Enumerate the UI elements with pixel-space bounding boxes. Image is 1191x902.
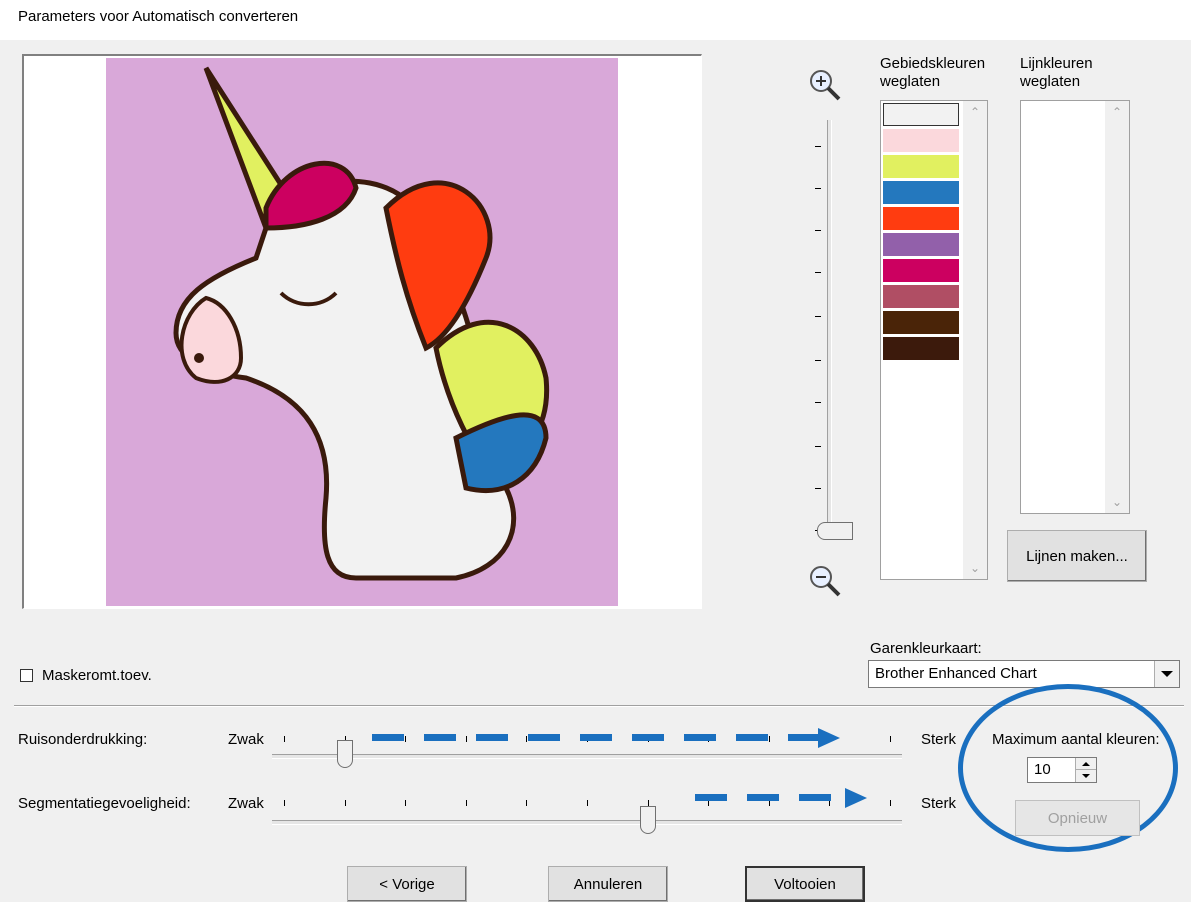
slider-tick <box>284 736 285 742</box>
spin-down-icon[interactable] <box>1075 769 1096 782</box>
annotation-arrow-noise <box>372 728 872 748</box>
noise-weak-label: Zwak <box>228 731 264 748</box>
finish-button[interactable]: Voltooien <box>745 866 865 902</box>
segment-label: Segmentatiegevoeligheid: <box>18 795 191 812</box>
color-swatch[interactable] <box>883 311 959 334</box>
slider-tick <box>284 800 285 806</box>
chevron-down-icon[interactable]: ⌄ <box>963 561 987 575</box>
area-colors-scrollbar[interactable]: ⌃ ⌄ <box>963 101 987 579</box>
color-swatch[interactable] <box>883 337 959 360</box>
zoom-in-icon[interactable] <box>808 68 842 102</box>
segment-slider-thumb[interactable] <box>639 806 656 834</box>
noise-label: Ruisonderdrukking: <box>18 731 148 748</box>
color-swatch[interactable] <box>883 181 959 204</box>
chevron-down-icon[interactable]: ⌄ <box>1105 495 1129 509</box>
line-colors-label: Lijnkleuren weglaten <box>1020 55 1093 90</box>
mask-checkbox[interactable] <box>20 669 33 682</box>
previous-button[interactable]: < Vorige <box>347 866 467 902</box>
slider-tick <box>344 800 346 806</box>
zoom-slider[interactable] <box>805 120 855 560</box>
area-colors-label: Gebiedskleuren weglaten <box>880 55 986 90</box>
cancel-button[interactable]: Annuleren <box>548 866 668 902</box>
max-colors-value[interactable]: 10 <box>1034 761 1051 778</box>
chevron-up-icon[interactable]: ⌃ <box>1105 105 1129 119</box>
thread-chart-label: Garenkleurkaart: <box>870 640 982 657</box>
slider-tick <box>405 800 407 806</box>
thread-chart-select[interactable]: Brother Enhanced Chart <box>868 660 1180 688</box>
segment-strong-label: Sterk <box>921 795 957 812</box>
preview-image <box>106 58 618 606</box>
color-swatch[interactable] <box>883 233 959 256</box>
chevron-up-icon[interactable]: ⌃ <box>963 105 987 119</box>
dropdown-arrow-icon[interactable] <box>1154 661 1179 687</box>
reset-button[interactable]: Opnieuw <box>1015 800 1140 836</box>
slider-tick <box>526 800 528 806</box>
area-colors-list[interactable]: ⌃ ⌄ <box>880 100 988 580</box>
slider-tick <box>890 800 891 806</box>
noise-strong-label: Sterk <box>921 731 957 748</box>
color-swatch[interactable] <box>883 285 959 308</box>
noise-slider-thumb[interactable] <box>336 740 353 768</box>
zoom-out-icon[interactable] <box>808 564 842 598</box>
annotation-arrow-segment <box>695 788 875 808</box>
mask-label: Maskeromt.toev. <box>42 667 152 684</box>
slider-tick <box>587 800 588 806</box>
max-colors-spinner[interactable]: 10 <box>1027 757 1097 783</box>
line-colors-list[interactable]: ⌃ ⌄ <box>1020 100 1130 514</box>
color-swatch[interactable] <box>883 103 959 126</box>
slider-tick <box>890 736 891 742</box>
color-swatch[interactable] <box>883 129 959 152</box>
color-swatch[interactable] <box>883 259 959 282</box>
color-swatch[interactable] <box>883 155 959 178</box>
line-colors-scrollbar[interactable]: ⌃ ⌄ <box>1105 101 1129 513</box>
make-lines-button[interactable]: Lijnen maken... <box>1007 530 1147 582</box>
thread-chart-value: Brother Enhanced Chart <box>875 665 1037 682</box>
window-title: Parameters voor Automatisch converteren <box>18 8 299 25</box>
slider-tick <box>465 800 467 806</box>
segment-weak-label: Zwak <box>228 795 264 812</box>
zoom-slider-thumb[interactable] <box>817 522 853 540</box>
unicorn-image <box>173 66 550 581</box>
color-swatch[interactable] <box>883 207 959 230</box>
max-colors-label: Maximum aantal kleuren: <box>992 731 1160 748</box>
